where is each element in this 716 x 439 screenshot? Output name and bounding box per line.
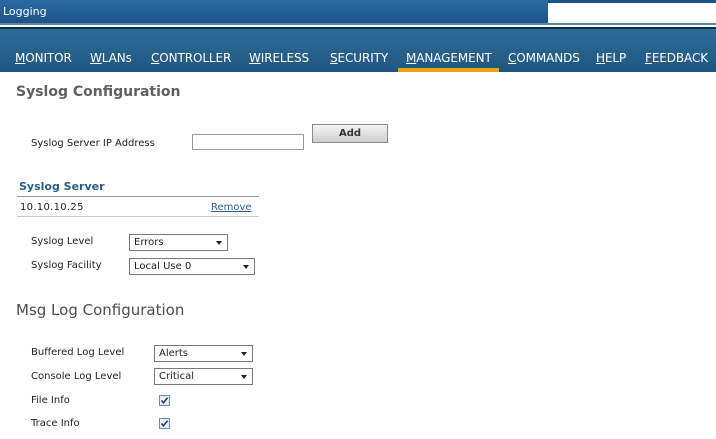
buffered-log-level-value: Alerts bbox=[159, 348, 189, 359]
trace-info-checkbox[interactable] bbox=[159, 418, 170, 429]
remove-server-link[interactable]: Remove bbox=[211, 202, 252, 213]
console-log-level-value: Critical bbox=[159, 371, 194, 382]
nav-wireless[interactable]: WIRELESS bbox=[249, 51, 309, 65]
chevron-down-icon bbox=[216, 241, 222, 245]
console-log-level-select[interactable]: Critical bbox=[154, 368, 253, 385]
syslog-level-label: Syslog Level bbox=[31, 236, 94, 247]
msg-log-config-heading: Msg Log Configuration bbox=[16, 301, 185, 319]
chevron-down-icon bbox=[241, 352, 247, 356]
nav-wlans[interactable]: WLANs bbox=[90, 51, 132, 65]
file-info-label: File Info bbox=[31, 395, 70, 406]
nav-security[interactable]: SECURITY bbox=[330, 51, 388, 65]
syslog-server-ip-label: Syslog Server IP Address bbox=[31, 138, 155, 149]
nav-help[interactable]: HELP bbox=[596, 51, 626, 65]
checkmark-icon bbox=[160, 420, 169, 428]
syslog-facility-label: Syslog Facility bbox=[31, 260, 102, 271]
main-nav-bar: MONITOR WLANs CONTROLLER WIRELESS SECURI… bbox=[0, 27, 716, 72]
nav-management[interactable]: MANAGEMENT bbox=[406, 51, 492, 65]
nav-feedback[interactable]: FEEDBACK bbox=[645, 51, 708, 65]
header-separator bbox=[0, 23, 716, 25]
syslog-level-select[interactable]: Errors bbox=[129, 234, 228, 251]
window-title-bar: Logging bbox=[0, 0, 548, 23]
syslog-facility-value: Local Use 0 bbox=[134, 261, 192, 272]
syslog-level-value: Errors bbox=[134, 237, 164, 248]
console-log-level-label: Console Log Level bbox=[31, 371, 122, 382]
nav-commands[interactable]: COMMANDS bbox=[508, 51, 580, 65]
syslog-server-row-rule bbox=[17, 216, 259, 217]
chevron-down-icon bbox=[241, 375, 247, 379]
chevron-down-icon bbox=[243, 265, 249, 269]
buffered-log-level-label: Buffered Log Level bbox=[31, 347, 125, 358]
title-bar-extension bbox=[548, 0, 716, 3]
syslog-server-ip: 10.10.10.25 bbox=[20, 202, 84, 213]
nav-monitor[interactable]: MONITOR bbox=[15, 51, 72, 65]
checkmark-icon bbox=[160, 397, 169, 405]
syslog-facility-select[interactable]: Local Use 0 bbox=[129, 258, 255, 275]
syslog-server-ip-input[interactable] bbox=[192, 134, 304, 150]
add-button[interactable]: Add bbox=[312, 124, 388, 143]
syslog-server-header-rule bbox=[17, 196, 259, 197]
nav-active-indicator bbox=[398, 68, 499, 72]
trace-info-label: Trace Info bbox=[31, 418, 80, 429]
syslog-config-heading: Syslog Configuration bbox=[16, 84, 181, 100]
file-info-checkbox[interactable] bbox=[159, 395, 170, 406]
buffered-log-level-select[interactable]: Alerts bbox=[154, 345, 253, 362]
window-title: Logging bbox=[3, 5, 47, 18]
nav-controller[interactable]: CONTROLLER bbox=[151, 51, 231, 65]
syslog-server-section-title: Syslog Server bbox=[19, 180, 105, 193]
